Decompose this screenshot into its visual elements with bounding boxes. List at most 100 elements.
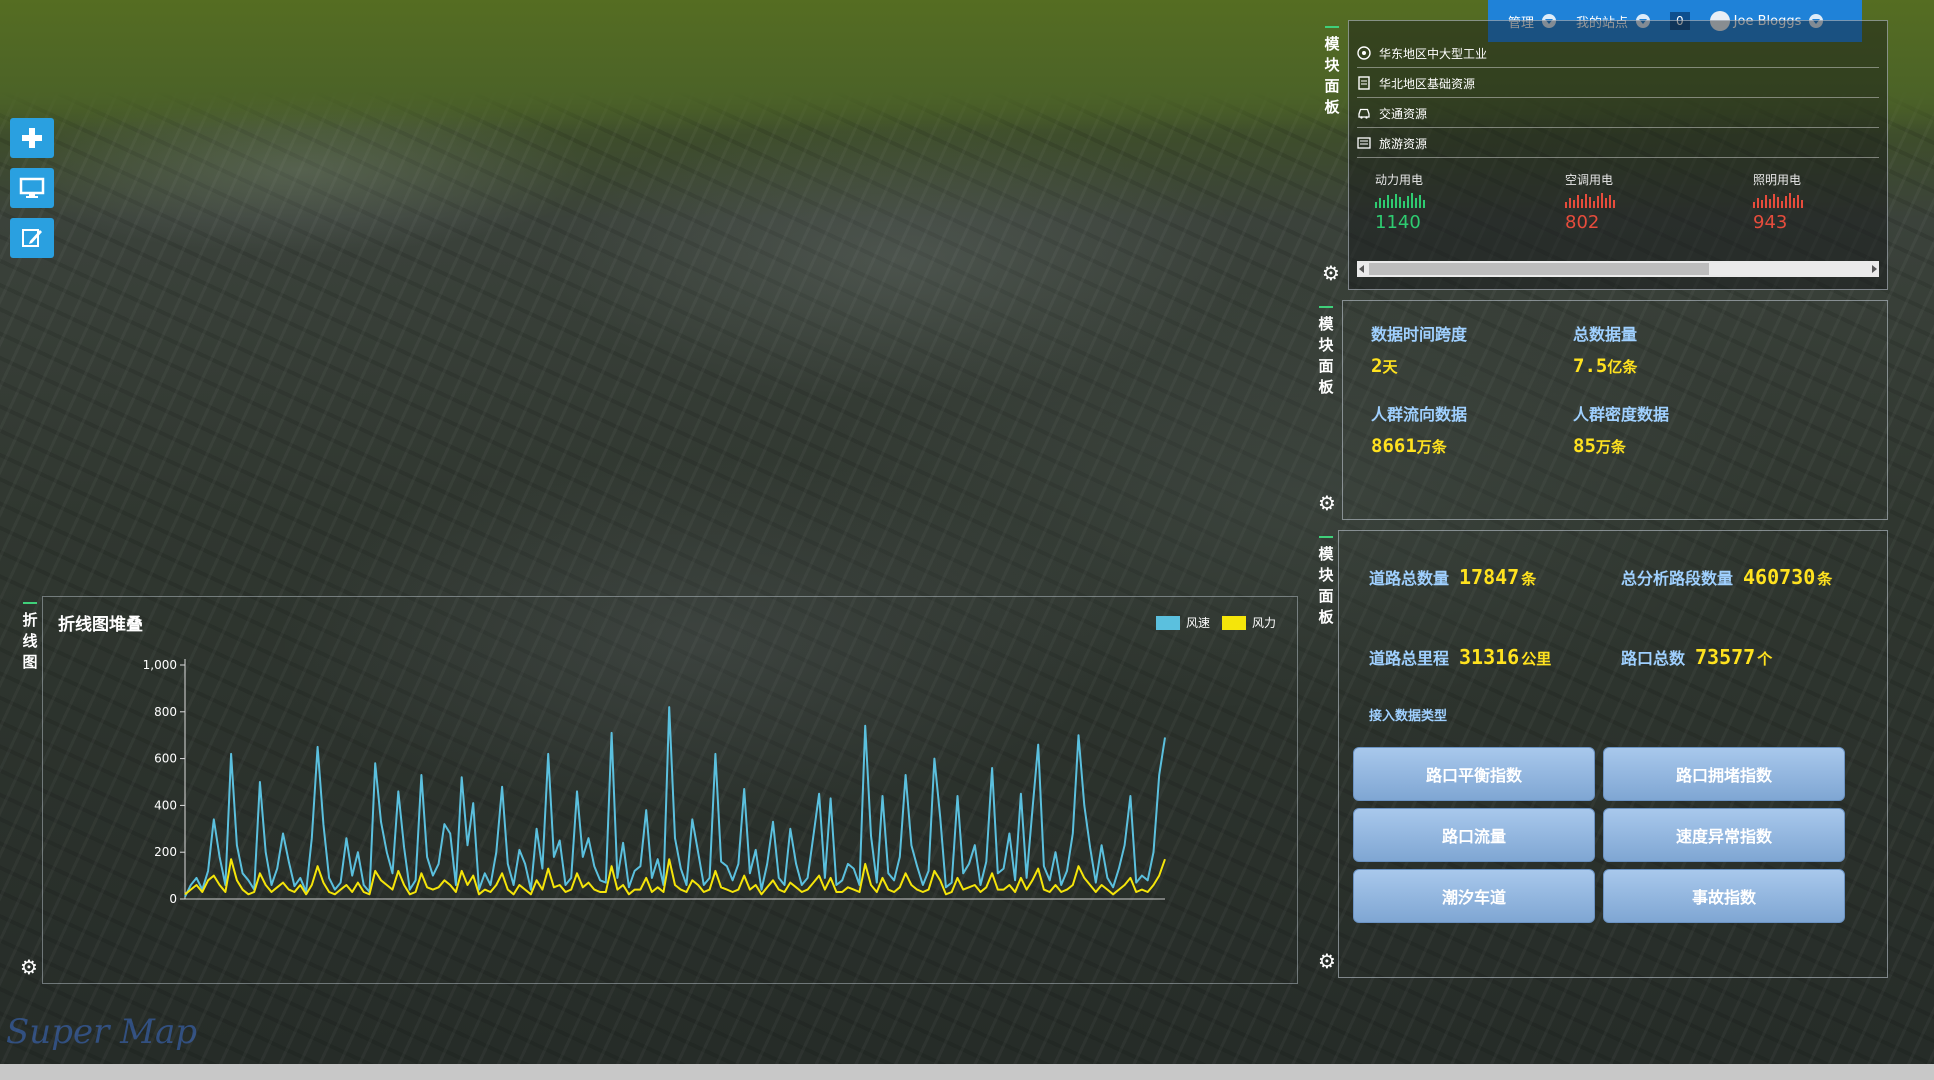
stat-value: 460730 — [1743, 565, 1816, 589]
stat-label: 路口总数 — [1621, 649, 1686, 668]
meter-bar — [1577, 195, 1579, 208]
meter-value: 1140 — [1375, 212, 1421, 233]
meter-bar — [1597, 196, 1599, 208]
brand-watermark: Super Map — [6, 1012, 197, 1052]
stat-label: 总数据量 — [1573, 325, 1638, 344]
resource-label: 华北地区基础资源 — [1379, 76, 1476, 91]
resource-panel: 华东地区中大型工业 华北地区基础资源 交通资源 旅游资源 动力用电 1140 空… — [1348, 20, 1888, 290]
road-stats-panel: 道路总数量 17847 条 总分析路段数量 460730 条 道路总里程 313… — [1338, 530, 1888, 978]
meter-bar — [1391, 199, 1393, 208]
meter-bars — [1375, 192, 1515, 208]
display-button[interactable] — [10, 168, 54, 208]
meter-bar — [1395, 194, 1397, 208]
stat-value: 8661 — [1371, 435, 1417, 457]
resource-label: 旅游资源 — [1379, 136, 1428, 151]
module-panel-tab-label: 模块面板 — [1318, 545, 1334, 626]
scroll-right-icon[interactable] — [1872, 265, 1877, 273]
series-line-wind-force[interactable] — [184, 858, 1166, 896]
horizontal-scrollbar[interactable] — [1357, 261, 1879, 277]
data-type-label: 接入数据类型 — [1369, 709, 1448, 724]
status-bar — [0, 1064, 1934, 1080]
stat-unit: 个 — [1757, 650, 1773, 668]
resource-item[interactable]: 交通资源 — [1357, 99, 1879, 128]
meter-bar — [1383, 200, 1385, 208]
stat-value: 85 — [1573, 435, 1596, 457]
scroll-thumb[interactable] — [1369, 263, 1709, 275]
list-icon — [1357, 136, 1371, 150]
meter-bar — [1565, 202, 1567, 208]
stat-value: 7.5 — [1573, 355, 1608, 377]
edit-button[interactable] — [10, 218, 54, 258]
ac-meter: 空调用电 802 — [1565, 171, 1705, 233]
crowd-density-stat: 人群密度数据 85万条 — [1573, 401, 1669, 457]
y-tick-label: 200 — [154, 845, 177, 859]
module-panel-tab-label: 模块面板 — [1324, 35, 1340, 116]
y-tick-label: 400 — [154, 798, 177, 812]
meter-bar — [1581, 199, 1583, 208]
stat-label: 人群密度数据 — [1573, 405, 1670, 424]
lighting-meter: 照明用电 943 — [1753, 171, 1893, 233]
meter-bar — [1569, 198, 1571, 208]
junction-balance-button[interactable]: 路口平衡指数 — [1353, 747, 1595, 801]
meter-bar — [1801, 200, 1803, 208]
stat-unit: 条 — [1817, 570, 1833, 588]
resource-label: 交通资源 — [1379, 106, 1428, 121]
speed-anomaly-button[interactable]: 速度异常指数 — [1603, 808, 1845, 862]
stat-label: 道路总数量 — [1369, 569, 1450, 588]
module-panel-tab-2[interactable]: 模块面板 — [1314, 306, 1338, 398]
line-chart[interactable]: 0 200 400 600 800 1,000 — [42, 596, 1296, 982]
module-panel-tab-1[interactable]: 模块面板 — [1320, 26, 1344, 118]
resource-item[interactable]: 旅游资源 — [1357, 129, 1879, 158]
scroll-left-icon[interactable] — [1359, 265, 1364, 273]
power-meter: 动力用电 1140 — [1375, 171, 1515, 233]
stat-unit: 万条 — [1595, 438, 1626, 456]
meter-bar — [1601, 193, 1603, 208]
gear-icon[interactable]: ⚙ — [1316, 492, 1338, 514]
car-icon — [1357, 106, 1371, 120]
series-line-wind-speed[interactable] — [184, 706, 1166, 898]
meter-bar — [1797, 195, 1799, 208]
meter-bar — [1757, 198, 1759, 208]
edit-icon — [22, 229, 42, 247]
gear-icon[interactable]: ⚙ — [1316, 950, 1338, 972]
junctions-stat: 路口总数 73577 个 — [1621, 645, 1772, 669]
tidal-lane-button[interactable]: 潮汐车道 — [1353, 869, 1595, 923]
meter-bar — [1777, 197, 1779, 208]
meter-bar — [1609, 195, 1611, 208]
y-tick-label: 800 — [154, 705, 177, 719]
add-button[interactable] — [10, 118, 54, 158]
y-tick-label: 1,000 — [143, 658, 177, 672]
meter-bar — [1415, 198, 1417, 208]
meter-bar — [1789, 193, 1791, 208]
gear-icon[interactable]: ⚙ — [18, 956, 40, 978]
module-panel-tab-3[interactable]: 模块面板 — [1314, 536, 1338, 628]
meter-bar — [1375, 202, 1377, 208]
total-data-stat: 总数据量 7.5亿条 — [1573, 321, 1637, 377]
meter-bar — [1585, 194, 1587, 208]
meter-bars — [1565, 192, 1705, 208]
junction-congestion-button[interactable]: 路口拥堵指数 — [1603, 747, 1845, 801]
meter-bar — [1773, 194, 1775, 208]
resource-label: 华东地区中大型工业 — [1379, 46, 1488, 61]
monitor-icon — [19, 177, 45, 198]
mileage-stat: 道路总里程 31316 公里 — [1369, 645, 1551, 669]
resource-item[interactable]: 华东地区中大型工业 — [1357, 39, 1879, 68]
stat-unit: 亿条 — [1607, 358, 1638, 376]
gear-icon[interactable]: ⚙ — [1320, 262, 1342, 284]
meter-bar — [1589, 197, 1591, 208]
meter-bar — [1785, 196, 1787, 208]
chart-panel-tab-label: 折线图 — [22, 611, 38, 671]
meter-value: 802 — [1565, 212, 1600, 233]
resource-item[interactable]: 华北地区基础资源 — [1357, 69, 1879, 98]
y-tick-label: 600 — [154, 752, 177, 766]
meter-bar — [1419, 195, 1421, 208]
accident-index-button[interactable]: 事故指数 — [1603, 869, 1845, 923]
meter-label: 空调用电 — [1565, 173, 1614, 187]
chart-panel-tab[interactable]: 折线图 — [18, 602, 42, 673]
junction-flow-button[interactable]: 路口流量 — [1353, 808, 1595, 862]
module-panel-tab-label: 模块面板 — [1318, 315, 1334, 396]
meter-bar — [1605, 198, 1607, 208]
stat-unit: 公里 — [1521, 650, 1552, 668]
meter-bar — [1407, 196, 1409, 208]
document-icon — [1357, 76, 1371, 90]
